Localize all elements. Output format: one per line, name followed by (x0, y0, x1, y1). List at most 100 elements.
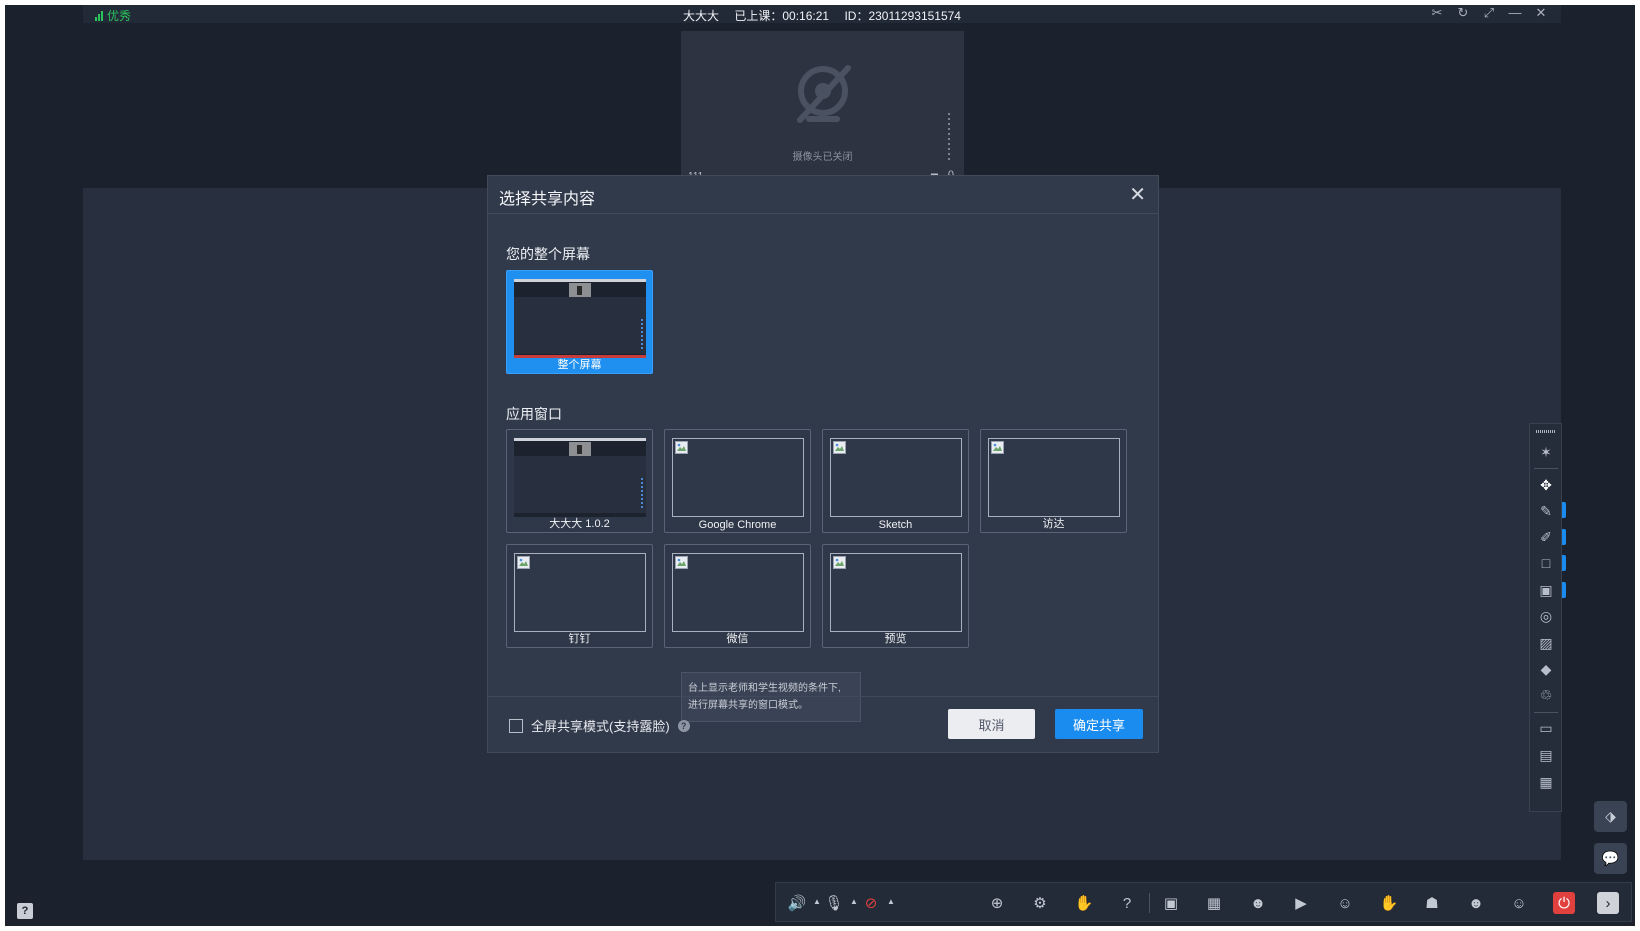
dialog-title: 选择共享内容 (499, 191, 596, 208)
clear-icon[interactable]: ♲ (1536, 685, 1556, 705)
move-icon[interactable]: ✥ (1536, 475, 1556, 495)
camera-off-icon[interactable]: ⊘ (860, 892, 882, 914)
window-option[interactable]: 钉钉 (506, 544, 653, 648)
share-content-dialog: 选择共享内容 ✕ 您的整个屏幕 整个屏幕 应用窗口 大大大 1.0.2 Goog… (487, 175, 1159, 753)
tooltip-line: 台上显示老师和学生视频的条件下, (688, 683, 841, 694)
confirm-share-button[interactable]: 确定共享 (1055, 709, 1143, 739)
help-icon[interactable]: ? (17, 903, 33, 919)
circle-target-icon[interactable]: ◎ (1536, 606, 1556, 626)
fullscreen-mode-checkbox[interactable] (509, 718, 523, 733)
screen-share-icon[interactable]: ▣ (1160, 892, 1182, 914)
entire-screen-option[interactable]: 整个屏幕 (506, 270, 653, 374)
collapse-arrow-icon[interactable]: › (1597, 892, 1619, 914)
tool-indicator (1562, 582, 1566, 598)
broken-image-icon (517, 556, 530, 569)
layout-icon[interactable]: ▦ (1203, 892, 1225, 914)
window-preview (830, 438, 962, 517)
window-label: Google Chrome (698, 519, 777, 531)
toolbox-icon[interactable]: ▤ (1536, 745, 1556, 765)
camera-off-icon (797, 65, 851, 123)
speaker-icon[interactable]: 🔊 (786, 892, 808, 914)
camera-dropdown-icon[interactable]: ▲ (887, 897, 895, 906)
user-mic-icon[interactable]: ☺ (1334, 892, 1356, 914)
title-bar: 优秀 大大大 已上课：00:16:21 ID：23011293151574 ✂ … (83, 5, 1561, 23)
video-tile: 摄像头已关闭 111 ▁▃▅0 (681, 31, 964, 182)
refresh-icon[interactable]: ↻ (1455, 5, 1471, 21)
tag-button[interactable]: ⬗ (1594, 801, 1627, 832)
fullscreen-mode-label: 全屏共享模式(支持露脸) (531, 719, 670, 734)
chat-button[interactable]: 💬 (1594, 843, 1627, 874)
user-settings-icon[interactable]: ☻ (1465, 892, 1487, 914)
close-icon[interactable]: ✕ (1129, 182, 1146, 207)
session-info: 大大大 已上课：00:16:21 ID：23011293151574 (83, 7, 1561, 24)
minimize-icon[interactable]: — (1507, 5, 1523, 21)
window-preview (672, 438, 804, 517)
room-id: ID：23011293151574 (844, 9, 961, 23)
add-user-icon[interactable]: ⊕ (986, 892, 1008, 914)
raise-hand-icon[interactable]: ✋ (1073, 892, 1095, 914)
help-icon[interactable]: ? (677, 719, 690, 732)
broken-image-icon (675, 441, 688, 454)
text-icon[interactable]: ▣ (1536, 580, 1556, 600)
drag-handle[interactable] (1536, 430, 1556, 433)
speaker-dropdown-icon[interactable]: ▲ (813, 897, 821, 906)
user-video-icon[interactable]: ☻ (1247, 892, 1269, 914)
window-preview (830, 553, 962, 632)
dialog-header: 选择共享内容 ✕ (488, 176, 1158, 214)
table-icon[interactable]: ▦ (1536, 772, 1556, 792)
user-group-icon[interactable]: ☺ (1508, 892, 1530, 914)
window-option[interactable]: Sketch (822, 429, 969, 533)
fullscreen-mode-option: 全屏共享模式(支持露脸) ? (509, 716, 690, 735)
window-label: 微信 (726, 633, 749, 645)
screen-section-title: 您的整个屏幕 (506, 246, 590, 262)
laser-pointer-icon[interactable]: ✶ (1536, 442, 1556, 462)
broken-image-icon (833, 441, 846, 454)
rectangle-icon[interactable]: □ (1536, 553, 1556, 573)
screen-preview (514, 279, 646, 358)
app-name: 大大大 (683, 9, 720, 23)
question-icon[interactable]: ? (1116, 892, 1138, 914)
window-preview (672, 553, 804, 632)
screen-label: 整个屏幕 (557, 359, 602, 371)
window-option[interactable]: 大大大 1.0.2 (506, 429, 653, 533)
window-option[interactable]: Google Chrome (664, 429, 811, 533)
tool-indicator (1562, 529, 1566, 545)
power-icon[interactable]: ⏻ (1553, 892, 1575, 914)
window-preview (514, 438, 646, 517)
eraser-icon[interactable]: ◆ (1536, 659, 1556, 679)
window-option[interactable]: 微信 (664, 544, 811, 648)
classroom-app: 优秀 大大大 已上课：00:16:21 ID：23011293151574 ✂ … (5, 5, 1635, 926)
hand-icon[interactable]: ✋ (1378, 892, 1400, 914)
microphone-icon[interactable]: 🎙 (823, 892, 845, 914)
chat-icon: 💬 (1601, 850, 1620, 866)
folder-icon[interactable]: ▭ (1536, 718, 1556, 738)
broken-image-icon (675, 556, 688, 569)
scissors-icon[interactable]: ✂ (1429, 5, 1445, 21)
window-option[interactable]: 访达 (980, 429, 1127, 533)
volume-meter (948, 113, 950, 161)
highlighter-icon[interactable]: ✐ (1536, 527, 1556, 547)
window-label: 预览 (884, 633, 907, 645)
camera-status: 摄像头已关闭 (792, 152, 853, 163)
class-timer: 已上课：00:16:21 (734, 9, 830, 23)
cancel-button[interactable]: 取消 (948, 709, 1035, 739)
broken-image-icon (991, 441, 1004, 454)
video-icon[interactable]: ▶ (1290, 892, 1312, 914)
tag-icon: ⬗ (1605, 808, 1616, 824)
window-option[interactable]: 预览 (822, 544, 969, 648)
expand-icon[interactable]: ⤢ (1481, 5, 1497, 21)
window-controls: ✂ ↻ ⤢ — ✕ (1429, 5, 1549, 21)
user-card-icon[interactable]: ☗ (1421, 892, 1443, 914)
microphone-dropdown-icon[interactable]: ▲ (850, 897, 858, 906)
dialog-footer: 全屏共享模式(支持露脸) ? 取消 确定共享 (488, 696, 1158, 754)
window-label: Sketch (878, 519, 913, 531)
close-icon[interactable]: ✕ (1533, 5, 1549, 21)
settings-icon[interactable]: ⚙ (1029, 892, 1051, 914)
window-preview (988, 438, 1120, 517)
window-label: 访达 (1042, 518, 1065, 530)
window-section-title: 应用窗口 (506, 406, 562, 422)
tool-indicator (1562, 555, 1566, 571)
image-icon[interactable]: ▨ (1536, 633, 1556, 653)
window-label: 钉钉 (568, 633, 591, 645)
pen-icon[interactable]: ✎ (1536, 501, 1556, 521)
